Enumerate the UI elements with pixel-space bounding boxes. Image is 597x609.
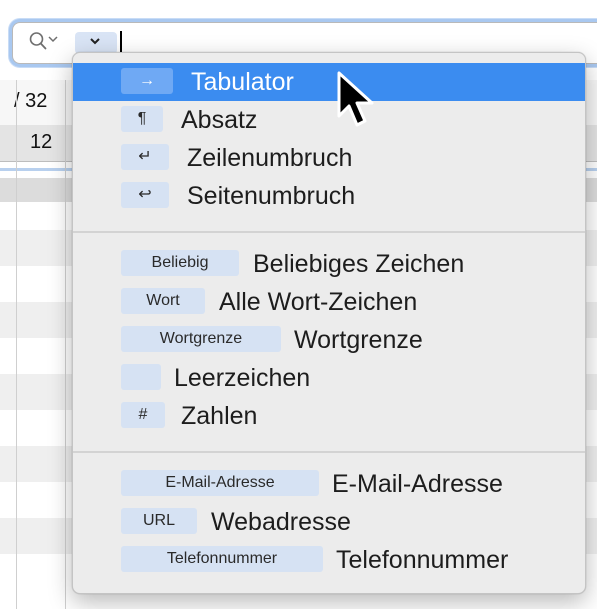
menu-item-label: Beliebiges Zeichen bbox=[253, 250, 465, 278]
pattern-chip: Beliebig bbox=[121, 250, 239, 276]
menu-item-telefonnummer[interactable]: Telefonnummer Telefonnummer bbox=[73, 541, 585, 579]
menu-item-label: E-Mail-Adresse bbox=[332, 470, 503, 498]
menu-item-label: Tabulator bbox=[191, 68, 294, 96]
menu-item-email-adresse[interactable]: E-Mail-Adresse E-Mail-Adresse bbox=[73, 465, 585, 503]
menu-item-webadresse[interactable]: URL Webadresse bbox=[73, 503, 585, 541]
cell-value: 12 bbox=[30, 131, 53, 153]
pattern-chip: URL bbox=[121, 508, 197, 534]
line-break-icon: ↵ bbox=[121, 144, 169, 170]
column-divider bbox=[65, 80, 66, 609]
menu-item-seitenumbruch[interactable]: ↩ Seitenumbruch bbox=[73, 177, 585, 215]
menu-item-label: Webadresse bbox=[211, 508, 351, 536]
tab-arrow-icon: → bbox=[121, 68, 173, 94]
menu-item-beliebiges-zeichen[interactable]: Beliebig Beliebiges Zeichen bbox=[73, 245, 585, 283]
pilcrow-icon: ¶ bbox=[121, 106, 163, 132]
menu-separator bbox=[73, 451, 585, 453]
menu-item-absatz[interactable]: ¶ Absatz bbox=[73, 101, 585, 139]
menu-separator bbox=[73, 231, 585, 233]
menu-item-zahlen[interactable]: # Zahlen bbox=[73, 397, 585, 435]
search-icon bbox=[29, 31, 47, 51]
menu-item-zeilenumbruch[interactable]: ↵ Zeilenumbruch bbox=[73, 139, 585, 177]
mouse-pointer-icon bbox=[336, 70, 378, 137]
menu-item-label: Zahlen bbox=[181, 402, 258, 430]
menu-item-label: Alle Wort-Zeichen bbox=[219, 288, 418, 316]
menu-item-label: Absatz bbox=[181, 106, 258, 134]
menu-item-wortgrenze[interactable]: Wortgrenze Wortgrenze bbox=[73, 321, 585, 359]
menu-item-label: Wortgrenze bbox=[294, 326, 423, 354]
pattern-chip: Wort bbox=[121, 288, 205, 314]
cell-value: / 32 bbox=[14, 90, 48, 112]
pattern-menu: → Tabulator ¶ Absatz ↵ Zeilenumbruch ↩ S… bbox=[72, 52, 586, 594]
menu-item-leerzeichen[interactable]: Leerzeichen bbox=[73, 359, 585, 397]
space-chip bbox=[121, 364, 161, 390]
menu-item-label: Seitenumbruch bbox=[187, 182, 356, 210]
menu-item-tabulator[interactable]: → Tabulator bbox=[73, 63, 585, 101]
pattern-chip: Telefonnummer bbox=[121, 546, 323, 572]
pattern-chip: Wortgrenze bbox=[121, 326, 281, 352]
insert-pattern-button[interactable] bbox=[75, 32, 117, 54]
menu-item-label: Zeilenumbruch bbox=[187, 144, 353, 172]
pattern-chip: E-Mail-Adresse bbox=[121, 470, 319, 496]
menu-item-label: Leerzeichen bbox=[174, 364, 311, 392]
search-options-button[interactable] bbox=[29, 31, 65, 55]
column-divider bbox=[16, 80, 17, 609]
chevron-down-icon bbox=[48, 34, 58, 46]
menu-item-alle-wort-zeichen[interactable]: Wort Alle Wort-Zeichen bbox=[73, 283, 585, 321]
chevron-down-icon bbox=[89, 34, 101, 51]
hash-icon: # bbox=[121, 402, 165, 428]
menu-item-label: Telefonnummer bbox=[336, 546, 509, 574]
page-break-icon: ↩ bbox=[121, 182, 169, 208]
